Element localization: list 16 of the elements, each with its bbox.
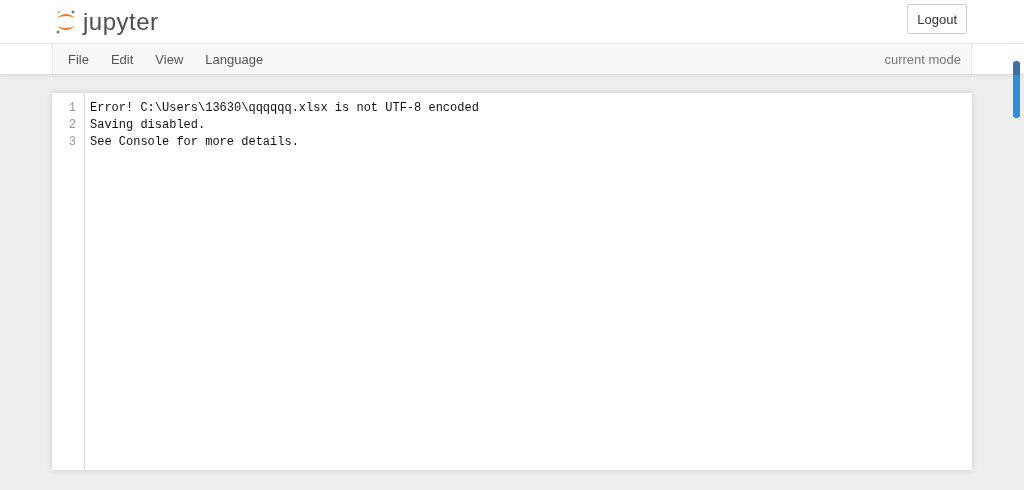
line-number: 3 <box>68 134 76 151</box>
menu-item[interactable]: File <box>57 51 100 67</box>
menu-item[interactable]: Language <box>194 51 275 67</box>
scrollbar[interactable] <box>1013 61 1020 118</box>
logo-text[interactable]: jupyter <box>83 7 159 36</box>
text-editor[interactable]: 1 2 3 Error! C:\Users\13630\qqqqqq.xlsx is not UTF-8 encoded Saving disabled. See Console for more details. <box>52 93 972 470</box>
menu-item[interactable]: Edit <box>99 51 145 67</box>
code-line: Saving disabled. <box>90 117 207 134</box>
mode-indicator: current mode <box>884 51 961 67</box>
logo-icon <box>55 8 77 35</box>
line-number: 2 <box>68 117 76 134</box>
line-number: 1 <box>68 100 76 117</box>
code-line: See Console for more details. <box>90 134 300 151</box>
code-line: Error! C:\Users\13630\qqqqqq.xlsx is not UTF-8 encoded <box>90 100 479 117</box>
menu-item[interactable]: View <box>144 51 195 67</box>
logout-button[interactable]: Logout <box>907 3 967 34</box>
